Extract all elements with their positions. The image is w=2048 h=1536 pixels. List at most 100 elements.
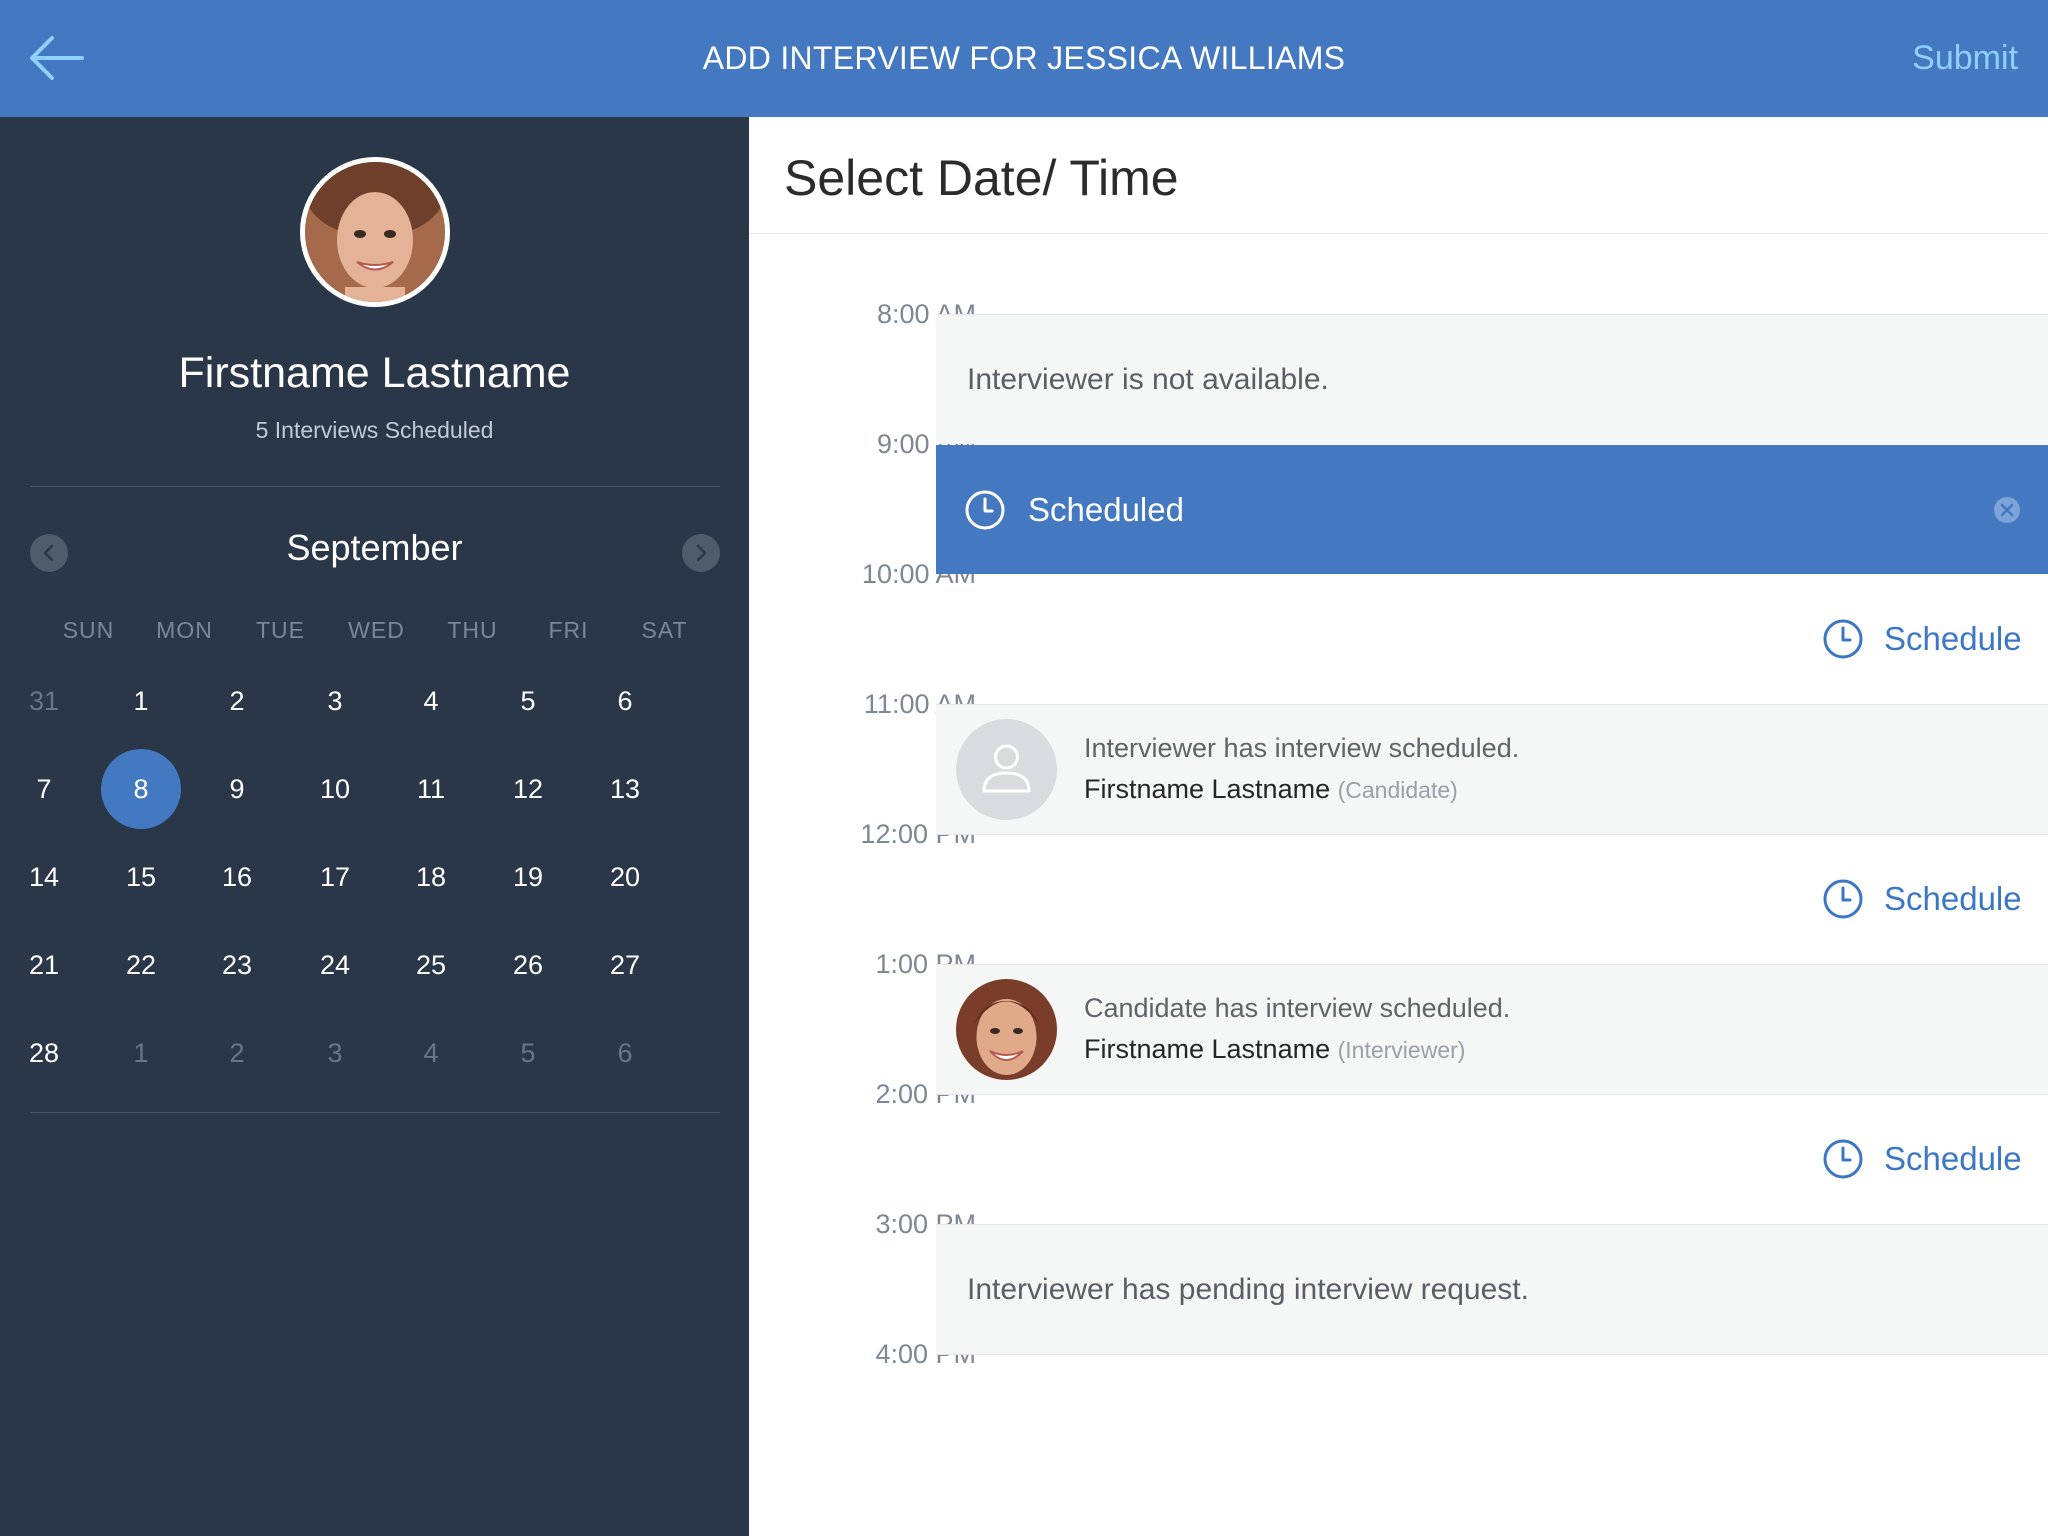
calendar-day[interactable]: 12 bbox=[488, 749, 568, 829]
calendar-day[interactable]: 7 bbox=[4, 749, 84, 829]
weekday-label: SUN bbox=[62, 617, 115, 643]
calendar-day[interactable]: 20 bbox=[585, 837, 665, 917]
slot-person: Firstname Lastname (Interviewer) bbox=[1084, 1034, 1465, 1065]
hour-line bbox=[936, 314, 2048, 315]
calendar-day[interactable]: 6 bbox=[585, 661, 665, 741]
sidebar: Firstname Lastname 5 Interviews Schedule… bbox=[0, 117, 749, 1536]
clock-icon bbox=[1823, 619, 1863, 659]
time-slot-conflict: Interviewer has interview scheduled. Fir… bbox=[936, 705, 2048, 834]
calendar-day-outside-month[interactable]: 6 bbox=[585, 1013, 665, 1093]
weekday-label: THU bbox=[447, 617, 498, 643]
clock-icon bbox=[1823, 1139, 1863, 1179]
month-label: September bbox=[286, 527, 463, 568]
time-slot-pending: Interviewer has pending interview reques… bbox=[936, 1225, 2048, 1354]
weekday-label: FRI bbox=[548, 617, 589, 643]
calendar-day[interactable]: 17 bbox=[295, 837, 375, 917]
avatar bbox=[956, 979, 1057, 1080]
calendar-day[interactable]: 14 bbox=[4, 837, 84, 917]
calendar-day[interactable]: 21 bbox=[4, 925, 84, 1005]
calendar-day[interactable]: 16 bbox=[197, 837, 277, 917]
user-icon bbox=[982, 744, 1031, 793]
next-month-button[interactable] bbox=[682, 534, 720, 572]
weekday-label: WED bbox=[348, 617, 405, 643]
profile-name: Firstname Lastname bbox=[178, 349, 571, 397]
arrow-left-icon bbox=[30, 36, 84, 80]
slot-message: Interviewer is not available. bbox=[967, 363, 1329, 396]
calendar-day[interactable]: 10 bbox=[295, 749, 375, 829]
hour-line bbox=[936, 1354, 2048, 1355]
hour-line bbox=[936, 964, 2048, 965]
schedule-label: Schedule bbox=[1884, 880, 2022, 917]
calendar-day[interactable]: 24 bbox=[295, 925, 375, 1005]
calendar-day[interactable]: 19 bbox=[488, 837, 568, 917]
weekday-label: MON bbox=[156, 617, 213, 643]
page-title: ADD INTERVIEW FOR JESSICA WILLIAMS bbox=[702, 40, 1346, 76]
calendar-day[interactable]: 28 bbox=[4, 1013, 84, 1093]
profile-avatar bbox=[300, 157, 450, 307]
calendar-day-outside-month[interactable]: 4 bbox=[391, 1013, 471, 1093]
schedule-button[interactable]: Schedule bbox=[1822, 1135, 2022, 1183]
weekday-label: SAT bbox=[641, 617, 688, 643]
close-circle-icon[interactable] bbox=[1993, 496, 2021, 524]
calendar-day-outside-month[interactable]: 31 bbox=[4, 661, 84, 741]
divider bbox=[30, 1112, 720, 1113]
schedule-label: Schedule bbox=[1884, 1140, 2022, 1177]
calendar-day[interactable]: 13 bbox=[585, 749, 665, 829]
calendar-day-outside-month[interactable]: 5 bbox=[488, 1013, 568, 1093]
weekday-label: TUE bbox=[256, 617, 305, 643]
schedule-button[interactable]: Schedule bbox=[1822, 875, 2022, 923]
calendar-day[interactable]: 9 bbox=[197, 749, 277, 829]
calendar-day[interactable]: 23 bbox=[197, 925, 277, 1005]
calendar-day[interactable]: 4 bbox=[391, 661, 471, 741]
interviews-count: 5 Interviews Scheduled bbox=[255, 417, 494, 443]
top-bar: ADD INTERVIEW FOR JESSICA WILLIAMS Submi… bbox=[0, 0, 2048, 117]
calendar-day[interactable]: 25 bbox=[391, 925, 471, 1005]
scheduled-label: Scheduled bbox=[1028, 491, 1184, 528]
calendar-day[interactable]: 1 bbox=[101, 661, 181, 741]
calendar-day-outside-month[interactable]: 2 bbox=[197, 1013, 277, 1093]
clock-icon bbox=[1823, 879, 1863, 919]
calendar-day-selected[interactable]: 8 bbox=[101, 749, 181, 829]
calendar-day[interactable]: 5 bbox=[488, 661, 568, 741]
time-slot-conflict: Candidate has interview scheduled. First… bbox=[936, 965, 2048, 1094]
calendar-day[interactable]: 11 bbox=[391, 749, 471, 829]
hour-line bbox=[936, 1094, 2048, 1095]
person-name: Firstname Lastname bbox=[1084, 774, 1331, 804]
time-slot-unavailable: Interviewer is not available. bbox=[936, 315, 2048, 444]
hour-line bbox=[936, 704, 2048, 705]
divider bbox=[30, 486, 720, 487]
slot-person: Firstname Lastname (Candidate) bbox=[1084, 774, 1458, 805]
slot-message: Interviewer has interview scheduled. bbox=[1084, 733, 1520, 763]
calendar-day[interactable]: 22 bbox=[101, 925, 181, 1005]
calendar-day-outside-month[interactable]: 1 bbox=[101, 1013, 181, 1093]
calendar-day-outside-month[interactable]: 3 bbox=[295, 1013, 375, 1093]
calendar-day[interactable]: 3 bbox=[295, 661, 375, 741]
schedule-label: Schedule bbox=[1884, 620, 2022, 657]
person-role: (Interviewer) bbox=[1337, 1037, 1466, 1063]
divider bbox=[749, 233, 2048, 234]
calendar-day[interactable]: 2 bbox=[197, 661, 277, 741]
time-slot-open: Schedule bbox=[936, 835, 2048, 964]
calendar-day[interactable]: 26 bbox=[488, 925, 568, 1005]
schedule-panel: Select Date/ Time 8:00 AM 9:00 AM 10:00 … bbox=[749, 117, 2048, 1536]
time-slot-open: Schedule bbox=[936, 575, 2048, 704]
calendar-day[interactable]: 15 bbox=[101, 837, 181, 917]
person-photo bbox=[305, 162, 445, 302]
slot-message: Interviewer has pending interview reques… bbox=[967, 1273, 1529, 1306]
avatar bbox=[956, 719, 1057, 820]
hour-line bbox=[936, 1224, 2048, 1225]
back-button[interactable] bbox=[26, 30, 86, 86]
person-photo bbox=[956, 979, 1057, 1080]
section-title: Select Date/ Time bbox=[784, 150, 1179, 206]
chevron-right-icon bbox=[696, 544, 707, 562]
time-slot-scheduled[interactable]: Scheduled bbox=[936, 445, 2048, 574]
calendar-day[interactable]: 27 bbox=[585, 925, 665, 1005]
person-role: (Candidate) bbox=[1337, 777, 1458, 803]
schedule-button[interactable]: Schedule bbox=[1822, 615, 2022, 663]
calendar-day[interactable]: 18 bbox=[391, 837, 471, 917]
submit-button[interactable]: Submit bbox=[1912, 0, 2018, 117]
slot-message: Candidate has interview scheduled. bbox=[1084, 993, 1511, 1023]
person-name: Firstname Lastname bbox=[1084, 1034, 1331, 1064]
clock-icon bbox=[965, 490, 1005, 530]
time-slot-open: Schedule bbox=[936, 1095, 2048, 1224]
